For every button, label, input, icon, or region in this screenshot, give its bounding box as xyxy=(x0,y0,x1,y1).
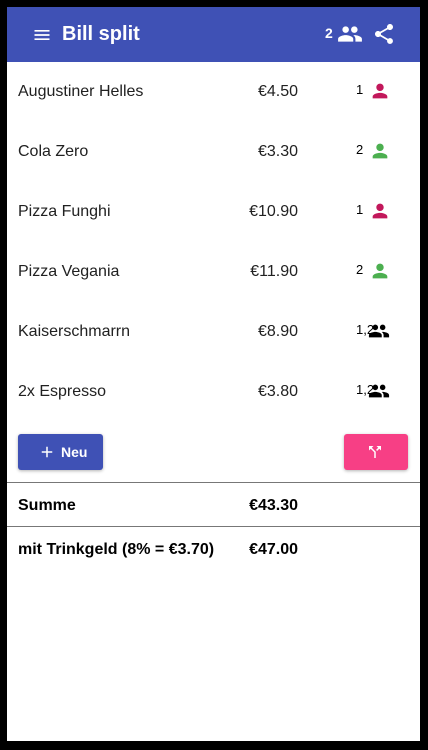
item-price: €8.90 xyxy=(257,323,298,340)
item-name: Pizza Funghi xyxy=(18,203,111,220)
app-screen: Bill split 2 Augustiner Helles €4.50 1 Cola… xyxy=(7,7,420,741)
item-assigned-persons: 1 xyxy=(356,202,364,217)
item-price: €4.50 xyxy=(257,83,298,100)
item-name: Augustiner Helles xyxy=(18,83,144,100)
item-price: €10.90 xyxy=(249,203,298,220)
item-row[interactable]: Kaiserschmarrn €8.90 1,2 xyxy=(7,302,420,362)
plus-icon xyxy=(41,446,53,458)
split-button[interactable] xyxy=(344,434,408,470)
tip-row: mit Trinkgeld (8% = €3.70) €47.00 xyxy=(7,528,420,568)
item-row[interactable]: Pizza Vegania €11.90 2 xyxy=(7,242,420,302)
item-row[interactable]: Pizza Funghi €10.90 1 xyxy=(7,182,420,242)
new-item-button[interactable]: Neu xyxy=(18,434,103,470)
people-count: 2 xyxy=(325,25,333,41)
people-icon xyxy=(368,324,390,338)
call-split-icon xyxy=(369,446,381,458)
menu-icon[interactable] xyxy=(32,25,52,45)
share-icon[interactable] xyxy=(372,22,396,46)
item-assigned-persons: 2 xyxy=(356,262,364,277)
new-item-label: Neu xyxy=(61,444,88,460)
person-icon xyxy=(372,143,388,159)
people-icon xyxy=(368,384,390,398)
app-bar: Bill split 2 xyxy=(7,7,420,62)
item-row[interactable]: 2x Espresso €3.80 1,2 xyxy=(7,362,420,422)
item-row[interactable]: Cola Zero €3.30 2 xyxy=(7,122,420,182)
sum-row: Summe €43.30 xyxy=(7,484,420,524)
person-icon xyxy=(372,203,388,219)
person-icon xyxy=(372,83,388,99)
divider xyxy=(7,526,420,527)
person-icon xyxy=(372,263,388,279)
people-icon[interactable] xyxy=(337,21,363,47)
item-price: €3.80 xyxy=(257,383,298,400)
item-assigned-persons: 1 xyxy=(356,82,364,97)
item-name: Pizza Vegania xyxy=(18,263,120,280)
item-name: Cola Zero xyxy=(18,143,89,160)
item-price: €11.90 xyxy=(250,263,298,280)
item-price: €3.30 xyxy=(257,143,298,160)
item-name: 2x Espresso xyxy=(18,383,107,400)
divider xyxy=(7,482,420,483)
item-row[interactable]: Augustiner Helles €4.50 1 xyxy=(7,62,420,122)
app-title: Bill split xyxy=(62,23,140,45)
tip-value: €47.00 xyxy=(249,541,298,558)
sum-value: €43.30 xyxy=(249,497,298,514)
item-assigned-persons: 2 xyxy=(356,142,364,157)
item-name: Kaiserschmarrn xyxy=(18,323,131,340)
sum-label: Summe xyxy=(18,497,76,514)
tip-label: mit Trinkgeld (8% = €3.70) xyxy=(18,541,215,558)
